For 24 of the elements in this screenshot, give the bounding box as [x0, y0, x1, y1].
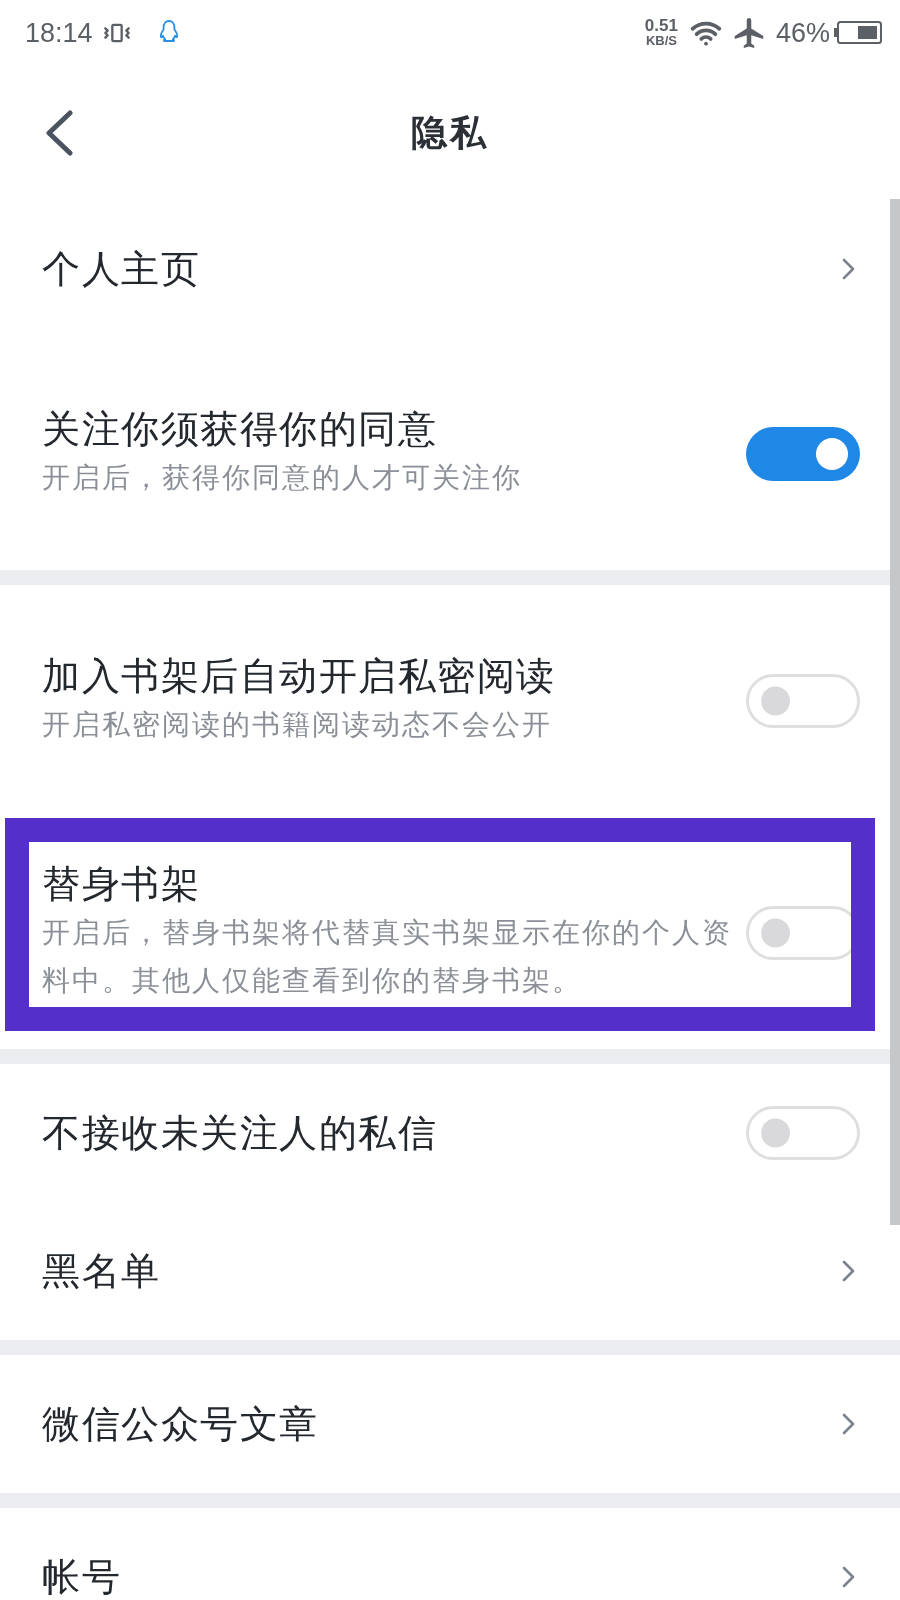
setting-title: 加入书架后自动开启私密阅读 [42, 653, 557, 698]
chevron-right-icon[interactable] [842, 1413, 855, 1435]
setting-title: 不接收未关注人的私信 [42, 1111, 438, 1155]
setting-title[interactable]: 个人主页 [42, 247, 842, 291]
back-icon[interactable] [44, 109, 74, 156]
toggle-switch[interactable] [746, 427, 860, 481]
chevron-right-icon[interactable] [842, 258, 855, 280]
setting-description: 开启后，获得你同意的人才可关注你 [42, 459, 523, 496]
setting-description: 开启私密阅读的书籍阅读动态不会公开 [42, 706, 553, 743]
network-speed-unit: KB/S [645, 34, 677, 48]
toggle-switch[interactable] [746, 1106, 860, 1160]
setting-title[interactable]: 黑名单 [42, 1249, 842, 1293]
chevron-right-icon[interactable] [842, 1566, 855, 1588]
page-title: 隐私 [411, 110, 489, 155]
battery-icon [834, 21, 882, 44]
toggle-switch[interactable] [746, 674, 860, 728]
status-time: 18:14 [25, 16, 93, 49]
setting-title: 替身书架 [42, 861, 201, 906]
network-speed: 0.51 [644, 17, 678, 34]
battery-percent: 46% [775, 16, 830, 49]
setting-description: 开启后，替身书架将代替真实书架显示在你的个人资料中。其他人仅能查看到你的替身书架。 [42, 914, 733, 999]
chevron-right-icon[interactable] [842, 1260, 855, 1282]
setting-title: 关注你须获得你的同意 [42, 406, 438, 451]
airplane-icon [733, 17, 764, 48]
